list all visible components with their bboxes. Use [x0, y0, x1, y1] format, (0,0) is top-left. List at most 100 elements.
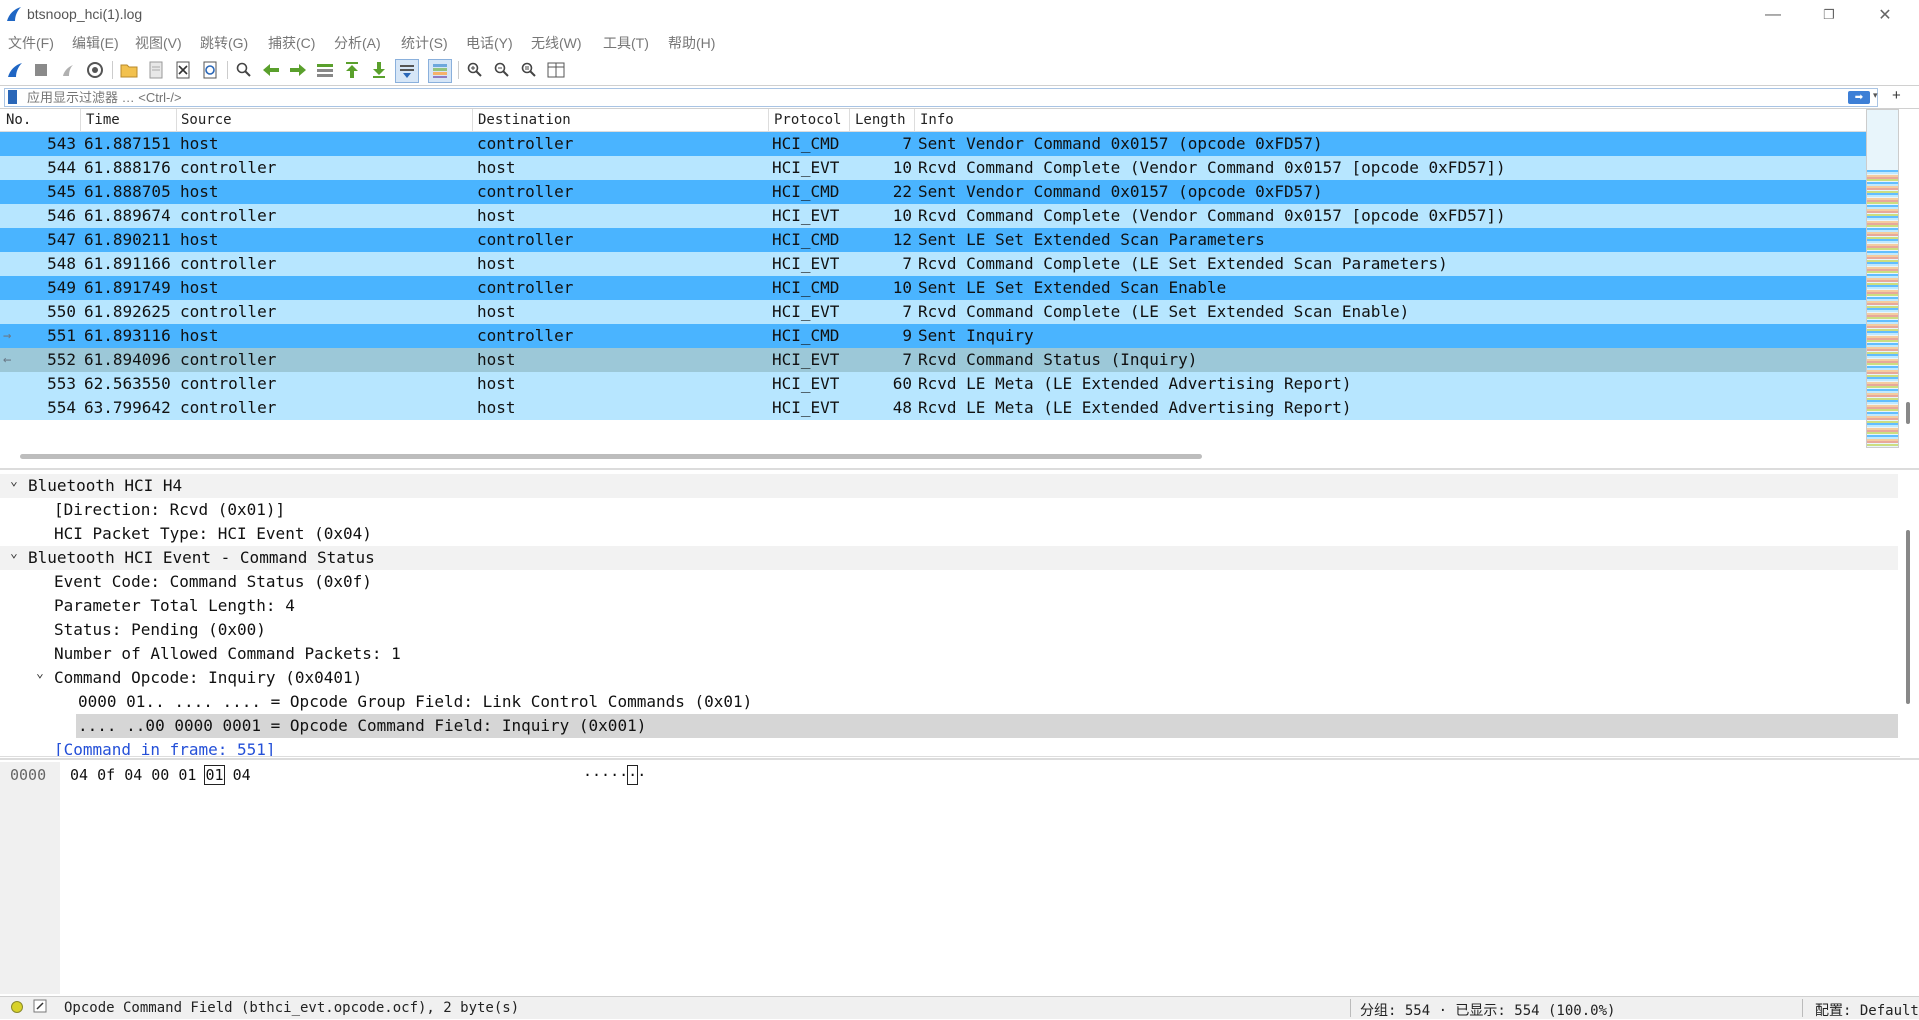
cell-protocol: HCI_EVT — [772, 398, 840, 417]
column-header-source[interactable]: Source — [181, 112, 232, 130]
hex-byte[interactable]: 04 — [124, 766, 142, 784]
menu-statistics[interactable]: 统计(S) — [401, 33, 448, 53]
hex-byte[interactable]: 0f — [97, 766, 115, 784]
last-packet-icon[interactable] — [368, 59, 390, 81]
expand-chevron-icon[interactable]: ⌄ — [10, 546, 22, 561]
close-file-icon[interactable] — [172, 59, 194, 81]
open-file-icon[interactable] — [118, 59, 140, 81]
tree-item[interactable]: Status: Pending (0x00) — [0, 618, 1898, 642]
menu-wireless[interactable]: 无线(W) — [531, 33, 582, 53]
zoom-in-icon[interactable] — [464, 59, 486, 81]
add-filter-button-plus-icon[interactable]: + — [1892, 87, 1901, 104]
menu-tools[interactable]: 工具(T) — [603, 33, 649, 53]
cell-time: 61.887151 — [84, 134, 171, 153]
tree-item[interactable]: HCI Packet Type: HCI Event (0x04) — [0, 522, 1898, 546]
column-header-no[interactable]: No. — [6, 112, 31, 130]
resize-columns-icon[interactable] — [545, 59, 567, 81]
reload-file-icon[interactable] — [199, 59, 221, 81]
save-file-icon[interactable] — [145, 59, 167, 81]
expand-chevron-icon[interactable]: ⌄ — [36, 666, 48, 681]
column-header-destination[interactable]: Destination — [478, 112, 571, 130]
tree-item[interactable]: [Command in frame: 551] — [0, 738, 1898, 756]
restart-capture-icon[interactable] — [57, 59, 79, 81]
packet-list-scrollbar[interactable] — [1906, 402, 1910, 424]
cell-length: 48 — [892, 398, 912, 417]
menu-help[interactable]: 帮助(H) — [668, 33, 715, 53]
packet-details-scrollbar[interactable] — [1906, 530, 1910, 704]
normal-size-icon[interactable] — [518, 59, 540, 81]
hex-byte[interactable]: 04 — [233, 766, 251, 784]
bookmark-icon[interactable] — [8, 90, 17, 104]
column-header-info[interactable]: Info — [920, 112, 954, 130]
packet-row[interactable]: 552 61.894096 controller host HCI_EVT 7 Rcvd C… — [0, 348, 1866, 372]
edit-comment-icon[interactable] — [33, 999, 47, 1013]
hex-byte[interactable]: 00 — [151, 766, 169, 784]
packet-row[interactable]: 548 61.891166 controller host HCI_EVT 7 Rcvd C… — [0, 252, 1866, 276]
column-header-length[interactable]: Length — [855, 112, 906, 130]
cell-length: 10 — [892, 278, 912, 297]
tree-item[interactable]: ⌄ Bluetooth HCI H4 — [0, 474, 1898, 498]
packet-list-horizontal-scrollbar[interactable] — [20, 454, 1202, 459]
tree-item[interactable]: Event Code: Command Status (0x0f) — [0, 570, 1898, 594]
packet-row[interactable]: 554 63.799642 controller host HCI_EVT 48 Rcvd … — [0, 396, 1866, 420]
status-packet-counts: 分组: 554 · 已显示: 554 (100.0%) — [1360, 1003, 1616, 1019]
packet-row[interactable]: 553 62.563550 controller host HCI_EVT 60 Rcvd … — [0, 372, 1866, 396]
packet-row[interactable]: 549 61.891749 host controller HCI_CMD 10 Sent … — [0, 276, 1866, 300]
menu-edit[interactable]: 编辑(E) — [72, 33, 119, 53]
menu-view[interactable]: 视图(V) — [135, 33, 182, 53]
capture-options-icon[interactable] — [84, 59, 106, 81]
tree-item[interactable]: .... ..00 0000 0001 = Opcode Command Fie… — [76, 714, 1898, 738]
autoscroll-icon[interactable] — [395, 59, 419, 83]
menu-telephony[interactable]: 电话(Y) — [466, 33, 513, 53]
first-packet-icon[interactable] — [341, 59, 363, 81]
packet-row[interactable]: 551 61.893116 host controller HCI_CMD 9 Sent I… — [0, 324, 1866, 348]
bytes-ascii[interactable]: ······· — [583, 765, 646, 785]
menu-capture[interactable]: 捕获(C) — [268, 33, 315, 53]
packet-minimap[interactable] — [1866, 109, 1899, 448]
filter-history-dropdown-icon[interactable]: ▾ — [1873, 90, 1883, 105]
pane-splitter-2[interactable] — [0, 758, 1919, 760]
expand-chevron-icon[interactable]: ⌄ — [10, 474, 22, 489]
column-header-time[interactable]: Time — [86, 112, 120, 130]
packet-row[interactable]: 546 61.889674 controller host HCI_EVT 10 Rcvd … — [0, 204, 1866, 228]
packet-row[interactable]: 550 61.892625 controller host HCI_EVT 7 Rcvd C… — [0, 300, 1866, 324]
hex-byte[interactable]: 01 — [178, 766, 196, 784]
packet-row[interactable]: 544 61.888176 controller host HCI_EVT 10 Rcvd … — [0, 156, 1866, 180]
apply-filter-arrow-icon[interactable]: ➡ — [1848, 91, 1870, 104]
go-forward-icon[interactable] — [287, 59, 309, 81]
cell-length: 9 — [902, 326, 912, 345]
cell-no: 546 — [47, 206, 76, 225]
menu-analyze[interactable]: 分析(A) — [334, 33, 381, 53]
tree-item[interactable]: [Direction: Rcvd (0x01)] — [0, 498, 1898, 522]
colorize-icon[interactable] — [428, 59, 452, 83]
tree-item[interactable]: Number of Allowed Command Packets: 1 — [0, 642, 1898, 666]
go-back-icon[interactable] — [260, 59, 282, 81]
tree-item[interactable]: ⌄ Bluetooth HCI Event - Command Status — [0, 546, 1898, 570]
pane-splitter[interactable] — [0, 468, 1919, 470]
zoom-out-icon[interactable] — [491, 59, 513, 81]
find-packet-icon[interactable] — [233, 59, 255, 81]
bytes-hex[interactable]: 04 0f 04 00 01 01 04 — [70, 765, 251, 785]
menu-go[interactable]: 跳转(G) — [200, 33, 248, 53]
start-capture-icon[interactable] — [4, 59, 26, 81]
packet-row[interactable]: 545 61.888705 host controller HCI_CMD 22 Sent … — [0, 180, 1866, 204]
expert-info-led-icon[interactable] — [11, 1001, 23, 1013]
hex-byte[interactable]: 01 — [204, 765, 225, 785]
tree-item[interactable]: ⌄ Command Opcode: Inquiry (0x0401) — [0, 666, 1898, 690]
packet-row[interactable]: 547 61.890211 host controller HCI_CMD 12 Sent … — [0, 228, 1866, 252]
tree-item[interactable]: Parameter Total Length: 4 — [0, 594, 1898, 618]
cell-info: Rcvd LE Meta (LE Extended Advertising Re… — [918, 374, 1352, 393]
packet-row[interactable]: 543 61.887151 host controller HCI_CMD 7 Sent V… — [0, 132, 1866, 156]
column-header-protocol[interactable]: Protocol — [774, 112, 841, 130]
close-button[interactable]: ✕ — [1862, 0, 1908, 29]
status-profile[interactable]: 配置: Default — [1815, 1000, 1919, 1020]
menu-file[interactable]: 文件(F) — [8, 33, 54, 53]
minimize-button[interactable]: — — [1750, 0, 1796, 29]
display-filter-input[interactable] — [27, 89, 1827, 106]
cell-protocol: HCI_CMD — [772, 326, 840, 345]
restore-button[interactable]: ❐ — [1806, 0, 1852, 29]
hex-byte[interactable]: 04 — [70, 766, 88, 784]
stop-capture-icon[interactable] — [30, 59, 52, 81]
tree-item[interactable]: 0000 01.. .... .... = Opcode Group Field… — [0, 690, 1898, 714]
go-to-packet-icon[interactable] — [314, 59, 336, 81]
